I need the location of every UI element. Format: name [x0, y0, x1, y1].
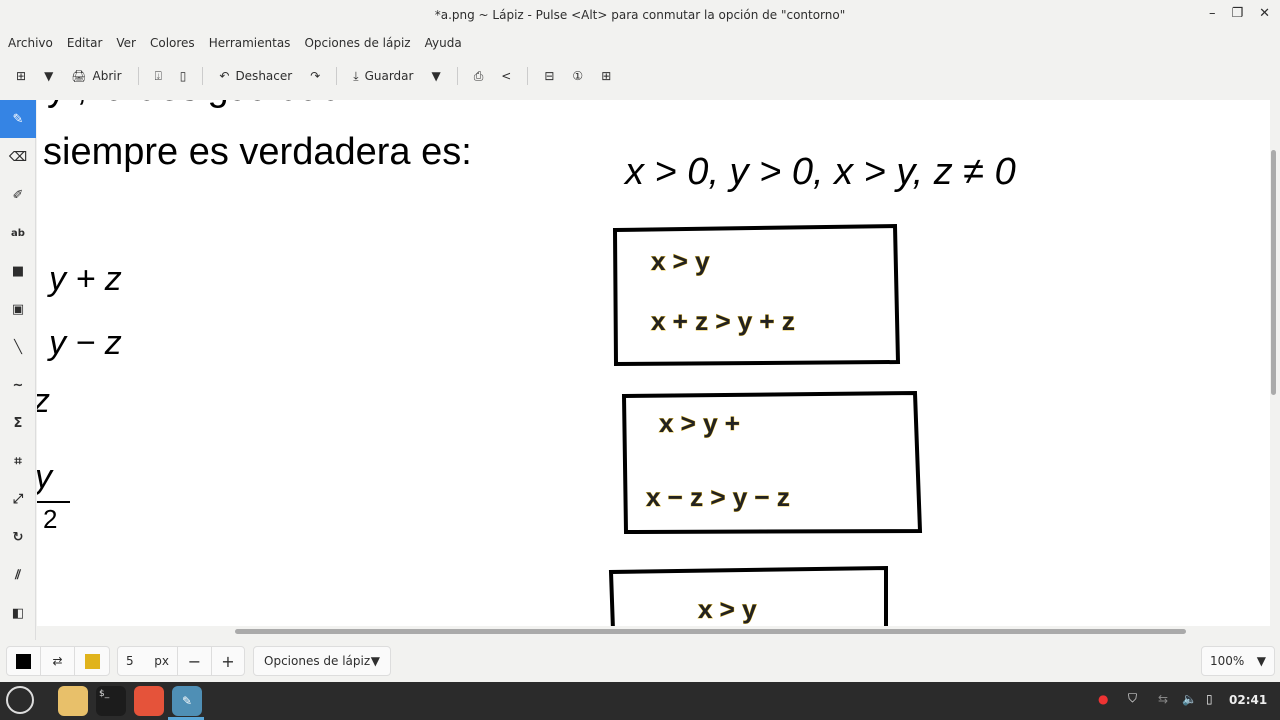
box-1-text: x > y	[651, 246, 710, 276]
swap-colors-button[interactable]: ⇄	[41, 647, 76, 675]
minimize-button[interactable]: –	[1209, 6, 1216, 21]
text-tool[interactable]: ab	[0, 214, 36, 252]
maximize-button[interactable]: ❐	[1231, 6, 1243, 21]
save-dropdown-icon[interactable]: ▼	[425, 67, 446, 85]
vertical-scrollbar[interactable]	[1271, 150, 1276, 395]
size-decrease-button[interactable]: −	[178, 647, 212, 675]
free-shape-tool[interactable]: Σ	[0, 404, 36, 442]
new-button[interactable]: ⊞	[10, 67, 32, 85]
canvas-image: y , la desigualdad siempre es verdadera …	[37, 100, 1016, 626]
crop-tool[interactable]: ⌗	[0, 442, 36, 480]
drawing-canvas[interactable]: y , la desigualdad siempre es verdadera …	[37, 100, 1270, 626]
files-app-icon[interactable]	[58, 686, 88, 716]
size-increase-button[interactable]: +	[212, 647, 244, 675]
terminal-app-icon[interactable]: $_	[96, 686, 126, 716]
taskbar: $_ ✎ ● ⛉ ⇆ 🔈 ▯ 02:41	[0, 682, 1280, 720]
rectangle-tool[interactable]: ■	[0, 252, 36, 290]
shape-tool[interactable]: ▣	[0, 290, 36, 328]
undo-icon: ↶	[219, 69, 230, 83]
skew-tool[interactable]: ⫽	[0, 556, 36, 594]
menu-archivo[interactable]: Archivo	[8, 36, 53, 50]
curve-tool[interactable]: ∼	[0, 366, 36, 404]
menu-editar[interactable]: Editar	[67, 36, 103, 50]
title-bar: *a.png ~ Lápiz - Pulse <Alt> para conmut…	[0, 0, 1280, 30]
new-dropdown-icon[interactable]: ▼	[38, 67, 59, 85]
menu-ayuda[interactable]: Ayuda	[425, 36, 462, 50]
canvas-text: x > 0, y > 0, x > y, z ≠ 0	[623, 151, 1016, 193]
canvas-text: siempre es verdadera es:	[43, 131, 472, 173]
drawing-app-icon[interactable]: ✎	[172, 686, 202, 716]
box-2-text: x > y +	[659, 408, 740, 438]
box-1-text: x + z > y + z	[651, 306, 795, 336]
divider	[336, 67, 338, 85]
volume-icon[interactable]: 🔈	[1182, 692, 1197, 706]
pencil-tool[interactable]: ✎	[0, 100, 36, 138]
save-button[interactable]: ⤓ Guardar	[347, 67, 419, 86]
clipboard-button[interactable]: ▯	[174, 67, 193, 85]
secondary-color-button[interactable]	[75, 647, 109, 675]
canvas-text: y − z	[47, 324, 122, 362]
zoom-in-button[interactable]: ⊞	[595, 67, 617, 85]
size-input[interactable]: 5 px	[118, 647, 178, 675]
canvas-text: z	[37, 382, 50, 420]
shield-icon[interactable]: ⛉	[1128, 691, 1137, 706]
tool-options-dropdown[interactable]: Opciones de lápiz ▼	[253, 646, 391, 676]
highlighter-tool[interactable]: ✐	[0, 176, 36, 214]
box-3-text: x > y	[698, 594, 757, 624]
open-icon: 🖨	[71, 69, 87, 83]
share-button[interactable]: <	[495, 67, 517, 85]
canvas-text: y	[37, 458, 54, 496]
close-button[interactable]: ✕	[1259, 6, 1270, 21]
zoom-dropdown[interactable]: 100% ▼	[1201, 646, 1275, 676]
divider	[456, 67, 458, 85]
bottom-bar: ⇄ 5 px − + Opciones de lápiz ▼ 100% ▼	[0, 640, 1280, 682]
battery-icon[interactable]: ▯	[1206, 692, 1213, 706]
filters-tool[interactable]: ◧	[0, 594, 36, 632]
zoom-reset-button[interactable]: ①	[566, 67, 589, 85]
redo-button[interactable]: ↷	[304, 67, 326, 85]
canvas-text: y , la desigualdad	[47, 100, 343, 109]
divider	[137, 67, 139, 85]
import-button[interactable]: ⍗	[149, 67, 168, 86]
menu-ver[interactable]: Ver	[116, 36, 136, 50]
divider	[527, 67, 529, 85]
eraser-tool[interactable]: ⌫	[0, 138, 36, 176]
clock[interactable]: 02:41	[1229, 693, 1267, 707]
toolbar: ⊞ ▼ 🖨 Abrir ⍗ ▯ ↶ Deshacer ↷ ⤓ Guardar ▼ ⎙ …	[0, 64, 617, 88]
menu-herramientas[interactable]: Herramientas	[209, 36, 291, 50]
zoom-out-button[interactable]: ⊟	[538, 67, 560, 85]
chevron-down-icon: ▼	[370, 654, 380, 668]
horizontal-scrollbar[interactable]	[235, 629, 1186, 634]
canvas-text: 2	[43, 504, 57, 534]
open-button[interactable]: 🖨 Abrir	[65, 67, 127, 85]
box-2-text: x − z > y − z	[646, 482, 790, 512]
menu-colores[interactable]: Colores	[150, 36, 195, 50]
download-icon: ⤓	[353, 68, 359, 83]
window-title: *a.png ~ Lápiz - Pulse <Alt> para conmut…	[434, 8, 846, 22]
scale-tool[interactable]: ⤢	[0, 480, 36, 518]
menu-opciones[interactable]: Opciones de lápiz	[304, 36, 410, 50]
rotate-tool[interactable]: ↻	[0, 518, 36, 556]
backup-app-icon[interactable]	[134, 686, 164, 716]
line-tool[interactable]: ╲	[0, 328, 36, 366]
recording-icon[interactable]: ●	[1098, 692, 1108, 706]
canvas-text: y + z	[47, 260, 122, 298]
menu-bar: Archivo Editar Ver Colores Herramientas …	[0, 32, 462, 54]
mint-menu-button[interactable]	[6, 686, 34, 714]
network-icon[interactable]: ⇆	[1158, 692, 1168, 706]
tools-sidebar: ✎ ⌫ ✐ ab ■ ▣ ╲ ∼ Σ ⌗ ⤢ ↻ ⫽ ◧	[0, 100, 36, 640]
chevron-down-icon: ▼	[1256, 654, 1266, 668]
primary-color-button[interactable]	[7, 647, 41, 675]
print-button[interactable]: ⎙	[468, 67, 490, 86]
divider	[202, 67, 204, 85]
undo-button[interactable]: ↶ Deshacer	[213, 67, 298, 85]
